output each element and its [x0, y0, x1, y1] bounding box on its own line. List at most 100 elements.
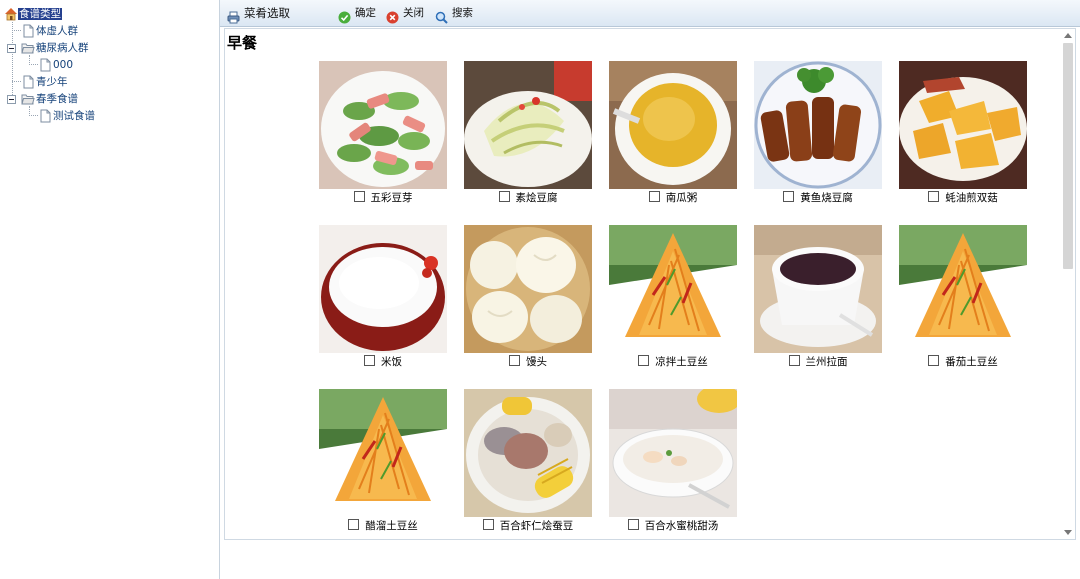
dish-checkbox[interactable]	[348, 519, 360, 530]
search-icon	[435, 7, 448, 24]
dish-card: 番茄土豆丝	[899, 225, 1027, 375]
tree-item-label: 春季食谱	[36, 93, 78, 105]
dish-card: 五彩豆芽	[319, 61, 447, 211]
tree-item-weak-group[interactable]: 体虚人群	[21, 23, 79, 39]
dish-card: 蚝油煎双菇	[899, 61, 1027, 211]
collapse-toggle-icon[interactable]	[7, 95, 16, 104]
cucumber-ham-salad-image	[319, 61, 447, 189]
rice-bowl-image	[319, 225, 447, 353]
dish-card: 南瓜粥	[609, 61, 737, 211]
dish-name: 米饭	[381, 356, 402, 368]
tree-connector	[12, 22, 13, 99]
dish-checkbox[interactable]	[788, 355, 800, 366]
dish-card: 百合水蜜桃甜汤	[609, 389, 737, 539]
printer-icon	[227, 7, 240, 24]
search-button[interactable]: 搜索	[435, 0, 473, 27]
dish-option[interactable]: 五彩豆芽	[299, 191, 467, 205]
dish-checkbox[interactable]	[627, 519, 639, 530]
dish-checkbox[interactable]	[509, 355, 520, 366]
dish-option[interactable]: 蚝油煎双菇	[879, 191, 1047, 205]
dish-name: 黄鱼烧豆腐	[800, 192, 853, 204]
close-icon	[386, 7, 399, 24]
document-icon	[38, 58, 52, 72]
dish-option[interactable]: 素烩豆腐	[444, 191, 612, 205]
dish-card: 凉拌土豆丝	[609, 225, 737, 375]
confirm-button[interactable]: 确定	[338, 0, 376, 27]
dish-option[interactable]: 兰州拉面	[734, 355, 902, 369]
dish-option[interactable]: 百合水蜜桃甜汤	[589, 519, 757, 533]
dish-name: 南瓜粥	[665, 192, 698, 204]
dish-option[interactable]: 馒头	[444, 355, 612, 369]
dish-card: 百合虾仁烩蚕豆	[464, 389, 592, 539]
dish-card: 馒头	[464, 225, 592, 375]
scroll-up-arrow-icon[interactable]	[1064, 33, 1072, 38]
potato-shreds-image	[899, 225, 1027, 353]
tree-item-teenagers[interactable]: 青少年	[21, 74, 69, 90]
dish-option[interactable]: 百合虾仁烩蚕豆	[444, 519, 612, 533]
tree-connector	[29, 115, 38, 116]
open-folder-icon	[21, 92, 35, 106]
dish-checkbox[interactable]	[783, 191, 795, 202]
tree-item-label: 000	[53, 59, 74, 71]
dish-option[interactable]: 番茄土豆丝	[879, 355, 1047, 369]
dish-name: 百合水蜜桃甜汤	[644, 520, 719, 532]
tree-item-000[interactable]: 000	[38, 57, 74, 73]
check-icon	[338, 7, 351, 24]
dish-checkbox[interactable]	[353, 191, 365, 202]
dish-name: 醋溜土豆丝	[365, 520, 418, 532]
dialog-title-text: 菜肴选取	[244, 6, 290, 20]
scrollbar-thumb[interactable]	[1063, 43, 1073, 269]
confirm-label: 确定	[355, 7, 376, 19]
pumpkin-porridge-image	[609, 61, 737, 189]
tree-item-label: 青少年	[36, 76, 68, 88]
dish-checkbox[interactable]	[498, 191, 510, 202]
tree-root-label: 食谱类型	[18, 8, 62, 20]
dish-option[interactable]: 南瓜粥	[589, 191, 757, 205]
dish-checkbox[interactable]	[364, 355, 375, 366]
scroll-down-arrow-icon[interactable]	[1064, 530, 1072, 535]
vertical-scrollbar[interactable]	[1061, 29, 1075, 539]
dish-checkbox[interactable]	[638, 355, 650, 366]
dish-card: 米饭	[319, 225, 447, 375]
sweet-potato-slices-image	[899, 61, 1027, 189]
dish-name: 五彩豆芽	[370, 192, 413, 204]
tree-item-spring-recipes[interactable]: 春季食谱	[21, 91, 79, 107]
dish-option[interactable]: 黄鱼烧豆腐	[734, 191, 902, 205]
tree-item-label: 糖尿病人群	[36, 42, 89, 54]
tree-item-diabetes-group[interactable]: 糖尿病人群	[21, 40, 90, 56]
tree-item-test-recipes[interactable]: 测试食谱	[38, 108, 96, 124]
potato-shreds-image	[319, 389, 447, 517]
tree-connector	[12, 30, 21, 31]
dish-option[interactable]: 凉拌土豆丝	[589, 355, 757, 369]
tree-root[interactable]: 食谱类型	[4, 6, 62, 22]
dish-checkbox[interactable]	[928, 355, 940, 366]
dish-option[interactable]: 米饭	[299, 355, 467, 369]
dish-name: 番茄土豆丝	[945, 356, 998, 368]
dish-card: 黄鱼烧豆腐	[754, 61, 882, 211]
tree-item-label: 体虚人群	[36, 25, 78, 37]
dish-checkbox[interactable]	[928, 191, 940, 202]
open-folder-icon	[21, 41, 35, 55]
dish-checkbox[interactable]	[648, 191, 660, 202]
dish-name: 百合虾仁烩蚕豆	[499, 520, 574, 532]
tree-connector	[29, 64, 38, 65]
dish-checkbox[interactable]	[482, 519, 494, 530]
dish-name: 凉拌土豆丝	[655, 356, 708, 368]
dish-selection-panel: 早餐 五彩豆芽 素烩豆腐 南瓜粥 黄鱼烧豆腐 蚝油煎双菇 米饭 馒头 凉拌土豆丝…	[224, 28, 1076, 540]
dish-card: 素烩豆腐	[464, 61, 592, 211]
dish-option[interactable]: 醋溜土豆丝	[299, 519, 467, 533]
collapse-toggle-icon[interactable]	[7, 44, 16, 53]
tree-connector	[12, 81, 21, 82]
home-folder-icon	[4, 7, 18, 21]
document-icon	[21, 24, 35, 38]
cabbage-dish-image	[464, 61, 592, 189]
tree-item-label: 测试食谱	[53, 110, 95, 122]
document-icon	[38, 109, 52, 123]
potato-shreds-image	[609, 225, 737, 353]
close-button[interactable]: 关闭	[386, 0, 424, 27]
toolbar: 菜肴选取 确定 关闭 搜索	[220, 0, 1080, 27]
white-soup-image	[609, 389, 737, 517]
search-label: 搜索	[452, 7, 473, 19]
close-label: 关闭	[403, 7, 424, 19]
corn-pork-soup-image	[464, 389, 592, 517]
